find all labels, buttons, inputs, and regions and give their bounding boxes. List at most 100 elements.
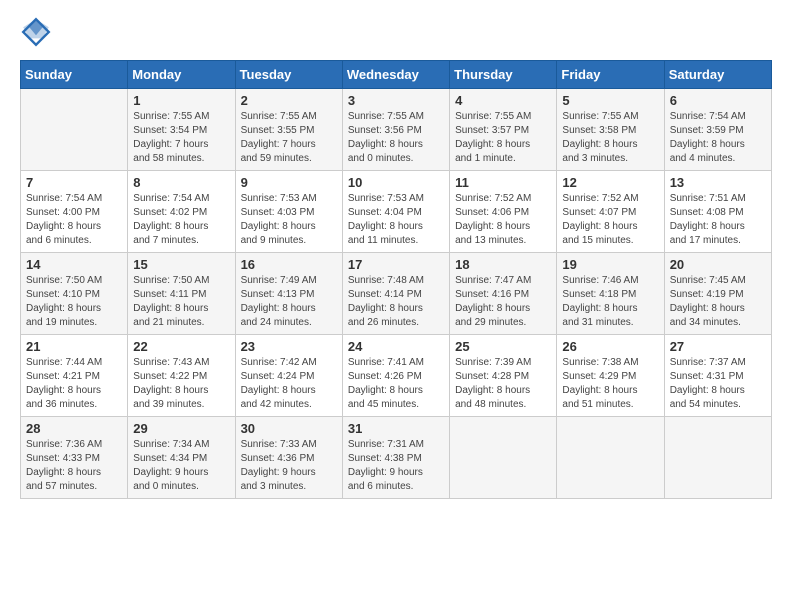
day-number: 30 — [241, 421, 337, 436]
calendar-cell: 5 Sunrise: 7:55 AM Sunset: 3:58 PM Daylig… — [557, 89, 664, 171]
calendar-cell: 26 Sunrise: 7:38 AM Sunset: 4:29 PM Dayli… — [557, 335, 664, 417]
page-header — [20, 16, 772, 48]
logo-icon — [20, 16, 52, 48]
cell-content: Sunrise: 7:39 AM Sunset: 4:28 PM Dayligh… — [455, 356, 551, 412]
day-number: 22 — [133, 339, 229, 354]
calendar-cell: 24 Sunrise: 7:41 AM Sunset: 4:26 PM Dayli… — [342, 335, 449, 417]
calendar-cell: 20 Sunrise: 7:45 AM Sunset: 4:19 PM Dayli… — [664, 253, 771, 335]
calendar-cell: 15 Sunrise: 7:50 AM Sunset: 4:11 PM Dayli… — [128, 253, 235, 335]
calendar-cell: 4 Sunrise: 7:55 AM Sunset: 3:57 PM Daylig… — [450, 89, 557, 171]
cell-content: Sunrise: 7:47 AM Sunset: 4:16 PM Dayligh… — [455, 274, 551, 330]
calendar-cell: 13Sunrise: 7:51 AM Sunset: 4:08 PM Dayli… — [664, 171, 771, 253]
day-number: 25 — [455, 339, 551, 354]
cell-content: Sunrise: 7:34 AM Sunset: 4:34 PM Dayligh… — [133, 438, 229, 494]
calendar-cell: 16 Sunrise: 7:49 AM Sunset: 4:13 PM Dayli… — [235, 253, 342, 335]
calendar-cell: 8Sunrise: 7:54 AM Sunset: 4:02 PM Daylig… — [128, 171, 235, 253]
cell-content: Sunrise: 7:50 AM Sunset: 4:10 PM Dayligh… — [26, 274, 122, 330]
cell-content: Sunrise: 7:31 AM Sunset: 4:38 PM Dayligh… — [348, 438, 444, 494]
cell-content: Sunrise: 7:43 AM Sunset: 4:22 PM Dayligh… — [133, 356, 229, 412]
cell-content: Sunrise: 7:52 AM Sunset: 4:07 PM Dayligh… — [562, 192, 658, 248]
cell-content: Sunrise: 7:33 AM Sunset: 4:36 PM Dayligh… — [241, 438, 337, 494]
day-number: 1 — [133, 93, 229, 108]
day-number: 10 — [348, 175, 444, 190]
calendar-cell: 18 Sunrise: 7:47 AM Sunset: 4:16 PM Dayli… — [450, 253, 557, 335]
day-number: 29 — [133, 421, 229, 436]
day-number: 23 — [241, 339, 337, 354]
day-number: 6 — [670, 93, 766, 108]
day-number: 16 — [241, 257, 337, 272]
week-row-1: 1 Sunrise: 7:55 AM Sunset: 3:54 PM Daylig… — [21, 89, 772, 171]
day-number: 9 — [241, 175, 337, 190]
cell-content: Sunrise: 7:55 AM Sunset: 3:57 PM Dayligh… — [455, 110, 551, 166]
day-number: 31 — [348, 421, 444, 436]
cell-content: Sunrise: 7:46 AM Sunset: 4:18 PM Dayligh… — [562, 274, 658, 330]
calendar-cell: 23 Sunrise: 7:42 AM Sunset: 4:24 PM Dayli… — [235, 335, 342, 417]
cell-content: Sunrise: 7:37 AM Sunset: 4:31 PM Dayligh… — [670, 356, 766, 412]
day-number: 5 — [562, 93, 658, 108]
calendar-cell: 11 Sunrise: 7:52 AM Sunset: 4:06 PM Dayli… — [450, 171, 557, 253]
cell-content: Sunrise: 7:55 AM Sunset: 3:55 PM Dayligh… — [241, 110, 337, 166]
calendar-cell — [21, 89, 128, 171]
cell-content: Sunrise: 7:42 AM Sunset: 4:24 PM Dayligh… — [241, 356, 337, 412]
cell-content: Sunrise: 7:55 AM Sunset: 3:58 PM Dayligh… — [562, 110, 658, 166]
header-friday: Friday — [557, 61, 664, 89]
cell-content: Sunrise: 7:52 AM Sunset: 4:06 PM Dayligh… — [455, 192, 551, 248]
calendar-cell: 19 Sunrise: 7:46 AM Sunset: 4:18 PM Dayli… — [557, 253, 664, 335]
week-row-4: 21Sunrise: 7:44 AM Sunset: 4:21 PM Dayli… — [21, 335, 772, 417]
calendar-cell: 27Sunrise: 7:37 AM Sunset: 4:31 PM Dayli… — [664, 335, 771, 417]
day-number: 17 — [348, 257, 444, 272]
calendar-cell: 25 Sunrise: 7:39 AM Sunset: 4:28 PM Dayli… — [450, 335, 557, 417]
cell-content: Sunrise: 7:41 AM Sunset: 4:26 PM Dayligh… — [348, 356, 444, 412]
day-number: 20 — [670, 257, 766, 272]
week-row-3: 14 Sunrise: 7:50 AM Sunset: 4:10 PM Dayli… — [21, 253, 772, 335]
calendar-cell: 22 Sunrise: 7:43 AM Sunset: 4:22 PM Dayli… — [128, 335, 235, 417]
header-tuesday: Tuesday — [235, 61, 342, 89]
header-sunday: Sunday — [21, 61, 128, 89]
calendar-cell: 2 Sunrise: 7:55 AM Sunset: 3:55 PM Daylig… — [235, 89, 342, 171]
cell-content: Sunrise: 7:55 AM Sunset: 3:56 PM Dayligh… — [348, 110, 444, 166]
day-number: 28 — [26, 421, 122, 436]
day-number: 3 — [348, 93, 444, 108]
calendar-cell: 30 Sunrise: 7:33 AM Sunset: 4:36 PM Dayli… — [235, 417, 342, 499]
header-monday: Monday — [128, 61, 235, 89]
calendar-cell: 10 Sunrise: 7:53 AM Sunset: 4:04 PM Dayli… — [342, 171, 449, 253]
cell-content: Sunrise: 7:45 AM Sunset: 4:19 PM Dayligh… — [670, 274, 766, 330]
day-number: 15 — [133, 257, 229, 272]
cell-content: Sunrise: 7:53 AM Sunset: 4:03 PM Dayligh… — [241, 192, 337, 248]
calendar-cell: 31 Sunrise: 7:31 AM Sunset: 4:38 PM Dayli… — [342, 417, 449, 499]
day-number: 13 — [670, 175, 766, 190]
calendar-cell — [450, 417, 557, 499]
cell-content: Sunrise: 7:49 AM Sunset: 4:13 PM Dayligh… — [241, 274, 337, 330]
calendar-cell: 29 Sunrise: 7:34 AM Sunset: 4:34 PM Dayli… — [128, 417, 235, 499]
cell-content: Sunrise: 7:48 AM Sunset: 4:14 PM Dayligh… — [348, 274, 444, 330]
cell-content: Sunrise: 7:38 AM Sunset: 4:29 PM Dayligh… — [562, 356, 658, 412]
calendar-cell: 1 Sunrise: 7:55 AM Sunset: 3:54 PM Daylig… — [128, 89, 235, 171]
day-number: 18 — [455, 257, 551, 272]
header-wednesday: Wednesday — [342, 61, 449, 89]
day-number: 4 — [455, 93, 551, 108]
header-saturday: Saturday — [664, 61, 771, 89]
calendar-header-row: SundayMondayTuesdayWednesdayThursdayFrid… — [21, 61, 772, 89]
calendar-cell: 28 Sunrise: 7:36 AM Sunset: 4:33 PM Dayli… — [21, 417, 128, 499]
cell-content: Sunrise: 7:53 AM Sunset: 4:04 PM Dayligh… — [348, 192, 444, 248]
day-number: 19 — [562, 257, 658, 272]
day-number: 12 — [562, 175, 658, 190]
cell-content: Sunrise: 7:55 AM Sunset: 3:54 PM Dayligh… — [133, 110, 229, 166]
calendar-cell: 9 Sunrise: 7:53 AM Sunset: 4:03 PM Daylig… — [235, 171, 342, 253]
day-number: 24 — [348, 339, 444, 354]
cell-content: Sunrise: 7:36 AM Sunset: 4:33 PM Dayligh… — [26, 438, 122, 494]
calendar-cell: 3 Sunrise: 7:55 AM Sunset: 3:56 PM Daylig… — [342, 89, 449, 171]
calendar-cell: 12 Sunrise: 7:52 AM Sunset: 4:07 PM Dayli… — [557, 171, 664, 253]
day-number: 11 — [455, 175, 551, 190]
header-thursday: Thursday — [450, 61, 557, 89]
cell-content: Sunrise: 7:50 AM Sunset: 4:11 PM Dayligh… — [133, 274, 229, 330]
calendar-body: 1 Sunrise: 7:55 AM Sunset: 3:54 PM Daylig… — [21, 89, 772, 499]
day-number: 21 — [26, 339, 122, 354]
day-number: 8 — [133, 175, 229, 190]
day-number: 14 — [26, 257, 122, 272]
day-number: 26 — [562, 339, 658, 354]
day-number: 2 — [241, 93, 337, 108]
week-row-2: 7 Sunrise: 7:54 AM Sunset: 4:00 PM Daylig… — [21, 171, 772, 253]
day-number: 7 — [26, 175, 122, 190]
cell-content: Sunrise: 7:54 AM Sunset: 4:00 PM Dayligh… — [26, 192, 122, 248]
